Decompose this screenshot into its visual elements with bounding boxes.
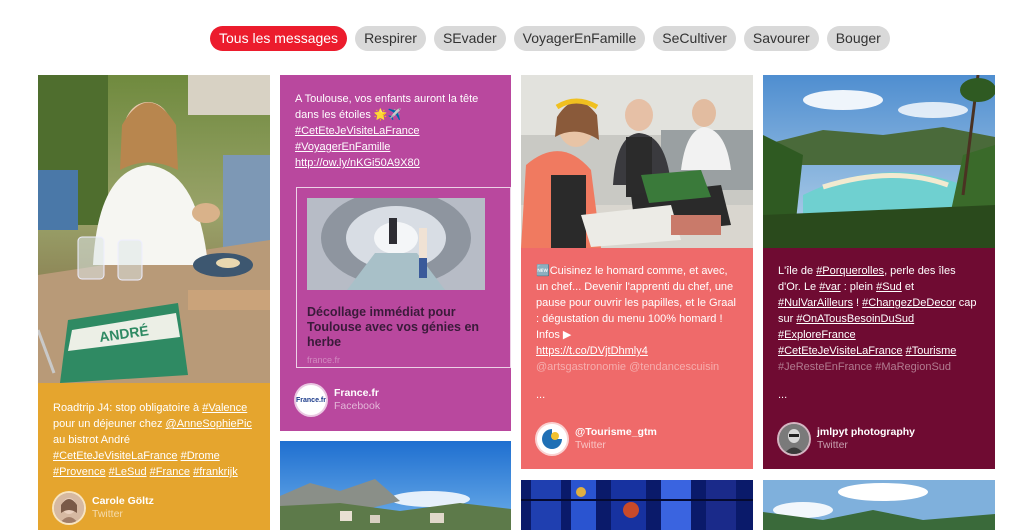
post-photo	[763, 480, 995, 530]
author-source: Twitter	[817, 439, 848, 451]
post-author[interactable]: @Tourisme_gtm Twitter	[537, 424, 657, 454]
hashtag-link[interactable]: #NulVarAilleurs	[778, 297, 853, 309]
post-photo	[521, 480, 753, 530]
avatar	[537, 424, 567, 454]
faded-text: #JeResteEnFrance #MaRegionSud	[778, 361, 952, 373]
hashtag-link[interactable]: #Valence	[202, 402, 247, 414]
post-photo	[763, 75, 995, 248]
filter-sevader[interactable]: SEvader	[433, 26, 506, 51]
caption-text: : plein	[840, 281, 877, 293]
filter-bar: Tous les messages Respirer SEvader Voyag…	[210, 26, 890, 51]
link-preview-image	[307, 198, 485, 290]
hashtag-link[interactable]: #Provence	[53, 466, 106, 478]
hashtag-link[interactable]: #CetEteJeVisiteLaFrance	[53, 450, 178, 462]
hashtag-link[interactable]: #Drome	[181, 450, 220, 462]
hashtag-link[interactable]: #CetEteJeVisiteLaFrance	[295, 125, 420, 137]
author-name: Carole Göltz	[92, 495, 154, 507]
faded-text: @artsgastronomie @tendancescuisin	[536, 361, 720, 373]
caption-text: !	[853, 297, 863, 309]
post-caption: Roadtrip J4: stop obligatoire à #Valence…	[38, 400, 270, 480]
post-card-tourisme[interactable]: 🆕Cuisinez le homard comme, et avec, un c…	[521, 75, 753, 469]
post-caption: A Toulouse, vos enfants auront la tête d…	[280, 91, 511, 171]
hashtag-link[interactable]: #frankrijk	[193, 466, 238, 478]
link-preview-title: Décollage immédiat pour Toulouse avec vo…	[307, 305, 480, 349]
caption-text: et	[901, 281, 915, 293]
post-card-stained-glass-photo[interactable]	[521, 480, 753, 530]
avatar	[779, 424, 809, 454]
avatar	[54, 493, 84, 523]
post-card-beach-photo[interactable]	[763, 480, 995, 530]
avatar-logo-text: France.fr	[296, 396, 326, 404]
filter-savourer[interactable]: Savourer	[743, 26, 819, 51]
hashtag-link[interactable]: #Porquerolles	[816, 265, 884, 277]
link-preview[interactable]: Décollage immédiat pour Toulouse avec vo…	[296, 187, 511, 368]
post-link[interactable]: https://t.co/DVjtDhmly4	[536, 345, 648, 357]
post-card-carole[interactable]: ANDRÉ Roadtrip J4: stop obligatoire à #V…	[38, 75, 270, 530]
hashtag-link[interactable]: #Tourisme	[906, 345, 957, 357]
hashtag-link[interactable]: #OnATousBesoinDuSud	[796, 313, 914, 325]
filter-respirer[interactable]: Respirer	[355, 26, 426, 51]
post-link[interactable]: http://ow.ly/nKGi50A9X80	[295, 157, 420, 169]
new-badge-icon: 🆕	[536, 265, 550, 277]
author-source: Facebook	[334, 400, 381, 412]
author-source: Twitter	[575, 439, 606, 451]
post-card-francefr[interactable]: A Toulouse, vos enfants auront la tête d…	[280, 75, 511, 431]
post-author[interactable]: France.fr France.fr Facebook	[296, 385, 380, 415]
post-author[interactable]: Carole Göltz Twitter	[54, 493, 154, 523]
author-name: jmlpyt photography	[817, 426, 915, 438]
more-ellipsis[interactable]: ...	[536, 389, 738, 401]
avatar: France.fr	[296, 385, 326, 415]
author-name: France.fr	[334, 387, 379, 399]
more-ellipsis[interactable]: ...	[778, 389, 980, 401]
filter-secultiver[interactable]: SeCultiver	[653, 26, 736, 51]
post-caption: L'île de #Porquerolles, perle des îles d…	[763, 263, 995, 401]
filter-voyagerenfamille[interactable]: VoyagerEnFamille	[513, 26, 646, 51]
hashtag-link[interactable]: #ExploreFrance	[778, 329, 856, 341]
filter-tous-les-messages[interactable]: Tous les messages	[210, 26, 348, 51]
author-name: @Tourisme_gtm	[575, 426, 657, 438]
caption-text: pour un déjeuner chez	[53, 418, 166, 430]
caption-text: L'île de	[778, 265, 817, 277]
post-card-mountain-photo[interactable]	[280, 441, 511, 530]
mention-link[interactable]: @AnneSophiePic	[166, 418, 252, 430]
caption-text: Cuisinez le homard comme, et avec, un ch…	[536, 265, 736, 341]
post-photo: ANDRÉ	[38, 75, 270, 383]
hashtag-link[interactable]: #France	[150, 466, 190, 478]
hashtag-link[interactable]: #ChangezDeDecor	[862, 297, 956, 309]
emoji: 🌟✈️	[373, 109, 402, 121]
author-source: Twitter	[92, 508, 123, 520]
post-photo	[280, 441, 511, 530]
post-author[interactable]: jmlpyt photography Twitter	[779, 424, 915, 454]
post-photo	[521, 75, 753, 248]
hashtag-link[interactable]: #VoyagerEnFamille	[295, 141, 390, 153]
link-preview-domain: france.fr	[307, 355, 341, 365]
filter-bouger[interactable]: Bouger	[826, 26, 890, 51]
hashtag-link[interactable]: #CetEteJeVisiteLaFrance	[778, 345, 903, 357]
hashtag-link[interactable]: #var	[819, 281, 840, 293]
hashtag-link[interactable]: #Sud	[876, 281, 902, 293]
caption-text: Roadtrip J4: stop obligatoire à	[53, 402, 203, 414]
caption-text: au bistrot André	[53, 434, 131, 446]
post-card-jmlpyt[interactable]: L'île de #Porquerolles, perle des îles d…	[763, 75, 995, 469]
post-caption: 🆕Cuisinez le homard comme, et avec, un c…	[521, 263, 753, 401]
hashtag-link[interactable]: #LeSud	[109, 466, 147, 478]
